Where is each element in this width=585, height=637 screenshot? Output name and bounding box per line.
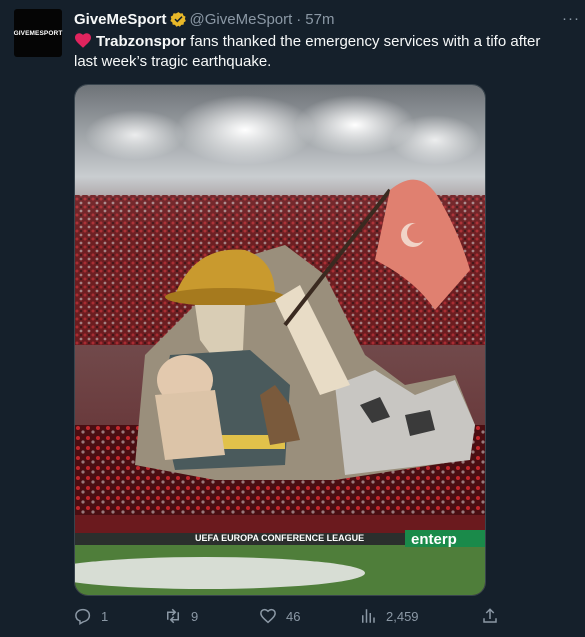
sponsor-board-text: enterp [411,531,457,548]
tweet-header: GiveMeSport @GiveMeSport · 57m [74,9,334,29]
verified-badge-icon [169,11,186,27]
view-count: 2,459 [386,608,419,624]
retweet-count: 9 [191,608,199,624]
tweet-photo[interactable]: UEFA EUROPA CONFERENCE LEAGUE enterp [74,84,486,596]
display-name[interactable]: GiveMeSport [74,11,167,28]
like-button[interactable]: 46 [259,607,300,625]
retweet-button[interactable]: 9 [164,607,198,625]
stadium-tifo-image: UEFA EUROPA CONFERENCE LEAGUE enterp [75,85,485,595]
uefa-banner-text: UEFA EUROPA CONFERENCE LEAGUE [195,533,364,543]
user-handle[interactable]: @GiveMeSport [190,11,293,28]
retweet-icon [167,608,179,624]
tweet-text: Trabzonspor fans thanked the emergency s… [74,32,564,72]
tweet-actions: 1 9 46 2,459 [74,607,504,627]
reply-button[interactable]: 1 [74,607,108,625]
separator-dot: · [296,10,302,28]
tweet[interactable]: GIVEMESPORT GiveMeSport @GiveMeSport · 5… [0,0,585,637]
share-button[interactable] [481,607,508,625]
mention-trabzonspor[interactable]: Trabzonspor [96,33,186,50]
reply-icon [75,608,91,625]
views-button[interactable]: 2,459 [359,607,419,625]
analytics-icon [362,609,375,623]
heart-icon [260,608,276,624]
avatar[interactable]: GIVEMESPORT [14,9,62,57]
timestamp[interactable]: 57m [305,11,334,28]
more-options-button[interactable]: ··· [562,10,580,27]
like-count: 46 [286,608,301,624]
avatar-logo-text: GIVEMESPORT [13,29,63,37]
reply-count: 1 [101,608,109,624]
red-heart-icon [75,33,91,48]
share-icon [483,608,497,623]
